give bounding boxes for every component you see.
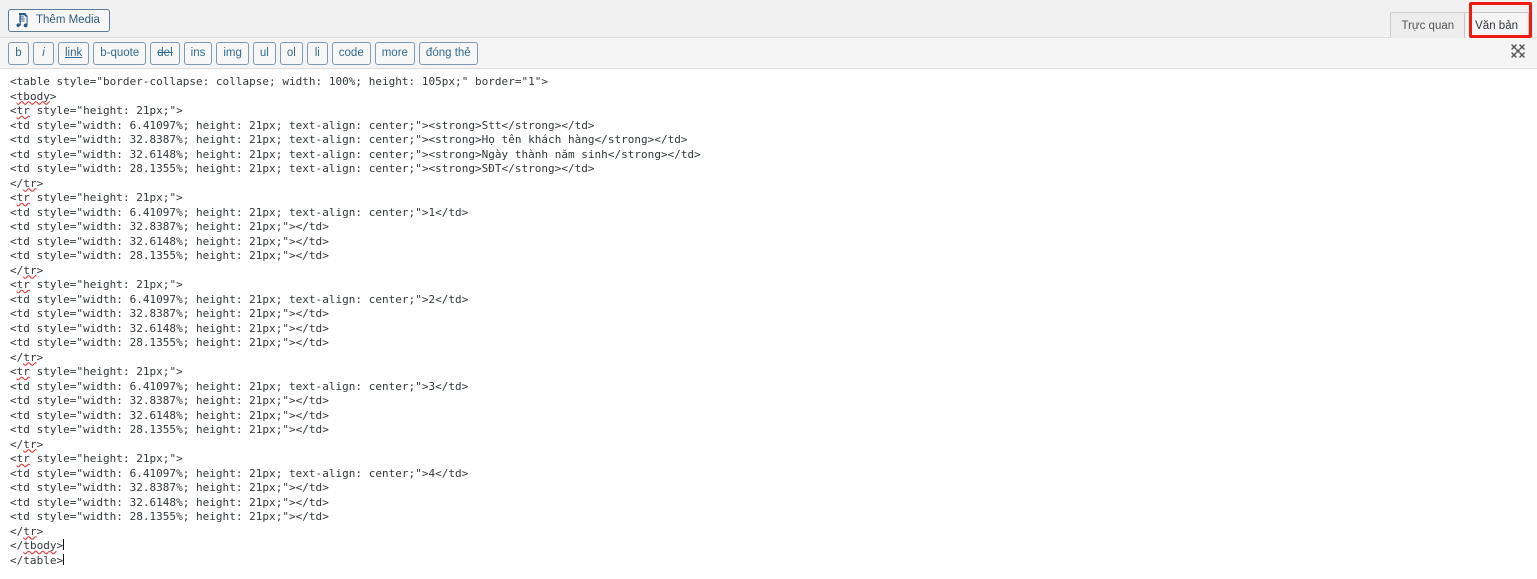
code-line: </tr>	[10, 524, 44, 538]
text-caret	[63, 539, 65, 550]
code-line: <td style="width: 32.8387%; height: 21px…	[10, 481, 329, 494]
quicktag-ul[interactable]: ul	[252, 42, 276, 65]
text-caret	[63, 553, 65, 565]
code-line: </table>	[10, 553, 65, 567]
quicktag-ins[interactable]: ins	[183, 42, 213, 65]
quicktag-close-tags[interactable]: đóng thẻ	[418, 42, 478, 65]
quicktag-li[interactable]: li	[306, 42, 328, 65]
code-line: <tr style="height: 21px;">	[10, 365, 183, 378]
code-line: <td style="width: 28.1355%; height: 21px…	[10, 423, 329, 436]
add-media-label: Thêm Media	[36, 13, 100, 26]
quicktag-blockquote[interactable]: b-quote	[93, 42, 147, 65]
fullscreen-icon	[1510, 43, 1526, 64]
quicktag-code[interactable]: code	[331, 42, 371, 65]
code-line: <tr style="height: 21px;">	[10, 452, 183, 465]
code-line: <td style="width: 6.41097%; height: 21px…	[10, 466, 469, 480]
code-line: <td style="width: 28.1355%; height: 21px…	[10, 336, 329, 349]
code-line: <tr style="height: 21px;">	[10, 104, 183, 117]
code-line: <td style="width: 28.1355%; height: 21px…	[10, 162, 595, 175]
quicktag-italic[interactable]: i	[33, 42, 54, 65]
tab-visual[interactable]: Trực quan	[1390, 12, 1466, 38]
code-line: <tr style="height: 21px;">	[10, 191, 183, 204]
code-line: <td style="width: 32.6148%; height: 21px…	[10, 408, 329, 422]
code-line: <td style="width: 32.8387%; height: 21px…	[10, 307, 329, 320]
code-line: </tr>	[10, 350, 44, 364]
code-line: <td style="width: 6.41097%; height: 21px…	[10, 205, 469, 219]
code-line: <td style="width: 32.6148%; height: 21px…	[10, 321, 329, 335]
code-line: <td style="width: 6.41097%; height: 21px…	[10, 292, 469, 306]
code-line: <table style="border-collapse: collapse;…	[10, 75, 549, 88]
fullscreen-button[interactable]	[1505, 42, 1531, 65]
code-line: <tr style="height: 21px;">	[10, 278, 183, 291]
wordpress-text-editor: Thêm Media Trực quan Văn bản b i link b-…	[0, 0, 1537, 579]
add-media-button[interactable]: Thêm Media	[8, 9, 110, 32]
code-line: <tbody>	[10, 89, 57, 103]
quicktag-ol[interactable]: ol	[279, 42, 303, 65]
editor-mode-tabs: Trực quan Văn bản	[1390, 10, 1529, 38]
code-line: <td style="width: 6.41097%; height: 21px…	[10, 379, 469, 393]
code-line: </tr>	[10, 263, 44, 277]
quicktags-list: b i link b-quote del ins img ul ol li co…	[8, 42, 478, 65]
quicktags-toolbar: b i link b-quote del ins img ul ol li co…	[0, 38, 1537, 69]
code-line: </tbody>	[10, 539, 65, 552]
code-line: </tr>	[10, 437, 44, 451]
quicktag-bold[interactable]: b	[8, 42, 29, 65]
code-line: <td style="width: 32.6148%; height: 21px…	[10, 234, 329, 248]
quicktag-link[interactable]: link	[58, 42, 90, 65]
code-line: <td style="width: 32.8387%; height: 21px…	[10, 220, 329, 233]
code-lines: <table style="border-collapse: collapse;…	[10, 75, 1527, 568]
code-line: <td style="width: 28.1355%; height: 21px…	[10, 510, 329, 523]
code-line: <td style="width: 32.8387%; height: 21px…	[10, 394, 329, 407]
code-line: <td style="width: 32.8387%; height: 21px…	[10, 133, 688, 146]
admin-media-icon	[16, 13, 31, 28]
media-toolbar: Thêm Media Trực quan Văn bản	[0, 0, 1537, 38]
code-line: <td style="width: 32.6148%; height: 21px…	[10, 495, 329, 509]
quicktag-img[interactable]: img	[216, 42, 249, 65]
code-line: <td style="width: 6.41097%; height: 21px…	[10, 118, 595, 132]
tab-text[interactable]: Văn bản	[1464, 12, 1529, 38]
html-source-textarea[interactable]: <table style="border-collapse: collapse;…	[0, 69, 1537, 579]
code-line: <td style="width: 32.6148%; height: 21px…	[10, 147, 701, 161]
code-line: </tr>	[10, 176, 44, 190]
quicktag-more[interactable]: more	[374, 42, 415, 65]
code-line: <td style="width: 28.1355%; height: 21px…	[10, 249, 329, 262]
quicktag-del[interactable]: del	[150, 42, 180, 65]
